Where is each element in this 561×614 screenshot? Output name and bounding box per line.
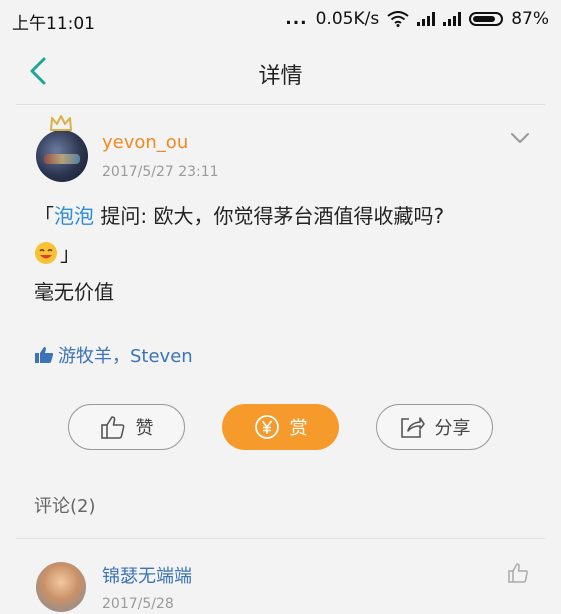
thumbs-up-icon: [35, 347, 54, 363]
reward-label: 赏: [289, 418, 308, 439]
comment-time: 2017/5/28: [102, 596, 174, 612]
emoji-line: 」: [34, 238, 80, 267]
status-bar: 上午11:01 ... 0.05K/s 87%: [0, 0, 561, 38]
share-button[interactable]: 分享: [376, 404, 493, 450]
network-speed: 0.05K/s: [315, 9, 380, 29]
crown-icon: [50, 115, 72, 131]
signal-icon-2: [443, 12, 462, 26]
quote-open: 「: [34, 204, 54, 228]
smile-emoji-icon: [35, 241, 57, 264]
answer-text: 毫无价值: [34, 280, 114, 304]
like-label: 赞: [135, 418, 154, 439]
battery-icon: [469, 12, 504, 26]
topic-tag[interactable]: 泡泡: [54, 204, 94, 228]
author-name[interactable]: yevon_ou: [102, 132, 188, 153]
avatar-image: [44, 154, 80, 164]
status-dots: ...: [285, 9, 308, 29]
page-title: 详情: [258, 64, 303, 89]
post-time: 2017/5/27 23:11: [102, 164, 219, 180]
yuan-coin-icon: [254, 415, 279, 439]
comments-divider: [16, 538, 545, 539]
post-question: 「泡泡 提问: 欧大，你觉得茅台酒值得收藏吗?: [34, 200, 444, 229]
like-button[interactable]: 赞: [68, 404, 185, 450]
comments-title: 评论(2): [34, 496, 96, 517]
question-text: 提问: 欧大，你觉得茅台酒值得收藏吗?: [94, 204, 445, 228]
signal-icon: [417, 12, 436, 26]
share-icon: [400, 417, 425, 438]
thumbs-up-icon: [100, 416, 124, 439]
likes-row: 游牧羊，Steven: [34, 342, 193, 368]
comment-author[interactable]: 锦瑟无端端: [102, 562, 192, 588]
author-avatar[interactable]: [36, 130, 88, 182]
quote-close: 」: [60, 242, 80, 266]
nav-divider: [16, 104, 545, 105]
status-time: 上午11:01: [12, 14, 95, 34]
share-label: 分享: [434, 418, 471, 439]
chevron-down-icon[interactable]: [509, 130, 531, 146]
comment-avatar[interactable]: [36, 562, 86, 612]
wifi-icon: [387, 11, 409, 27]
comment-like-icon[interactable]: [507, 562, 529, 584]
reward-button[interactable]: 赏: [222, 404, 339, 450]
battery-level: 87%: [511, 9, 549, 29]
status-right: ... 0.05K/s 87%: [285, 9, 549, 29]
likers-list[interactable]: 游牧羊，Steven: [58, 342, 193, 368]
nav-bar: 详情: [0, 38, 561, 104]
